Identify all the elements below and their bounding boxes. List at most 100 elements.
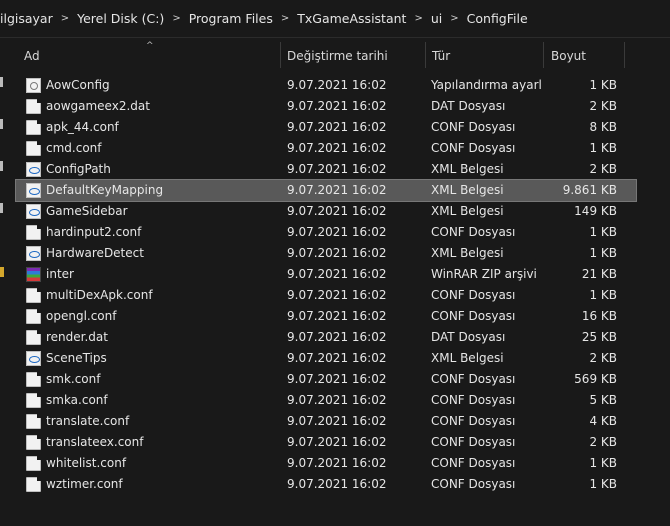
file-name: translate.conf xyxy=(46,414,130,428)
document-icon xyxy=(26,288,41,303)
file-date-modified: 9.07.2021 16:02 xyxy=(287,246,387,260)
file-name: smk.conf xyxy=(46,372,101,386)
chevron-right-icon[interactable]: > xyxy=(412,13,424,24)
column-header-date[interactable]: Değiştirme tarihi xyxy=(279,40,425,70)
file-date-modified: 9.07.2021 16:02 xyxy=(287,372,387,386)
file-name: HardwareDetect xyxy=(46,246,144,260)
file-row[interactable]: multiDexApk.conf 9.07.2021 16:02 CONF Dosy… xyxy=(16,285,636,306)
file-name: opengl.conf xyxy=(46,309,117,323)
document-icon xyxy=(26,225,41,240)
file-date-modified: 9.07.2021 16:02 xyxy=(287,204,387,218)
document-icon xyxy=(26,141,41,156)
document-icon xyxy=(26,477,41,492)
chevron-right-icon[interactable]: > xyxy=(448,13,460,24)
breadcrumb[interactable]: ilgisayar > Yerel Disk (C:) > Program Fi… xyxy=(0,0,670,38)
file-date-modified: 9.07.2021 16:02 xyxy=(287,183,387,197)
file-row[interactable]: inter 9.07.2021 16:02 WinRAR ZIP arşivi 21 … xyxy=(16,264,636,285)
file-name: hardinput2.conf xyxy=(46,225,142,239)
file-type: Yapılandırma ayarl... xyxy=(431,78,543,92)
chevron-right-icon[interactable]: > xyxy=(170,13,182,24)
file-date-modified: 9.07.2021 16:02 xyxy=(287,414,387,428)
file-size: 1 KB xyxy=(589,477,617,491)
file-date-modified: 9.07.2021 16:02 xyxy=(287,78,387,92)
document-icon xyxy=(26,393,41,408)
file-size: 1 KB xyxy=(589,456,617,470)
breadcrumb-ui[interactable]: ui xyxy=(425,11,448,26)
file-type: XML Belgesi xyxy=(431,246,504,260)
file-name: aowgameex2.dat xyxy=(46,99,150,113)
file-date-modified: 9.07.2021 16:02 xyxy=(287,162,387,176)
sort-ascending-icon: ^ xyxy=(146,41,154,51)
file-size: 25 KB xyxy=(581,330,617,344)
file-row[interactable]: ConfigPath 9.07.2021 16:02 XML Belgesi 2 KB xyxy=(16,159,636,180)
file-row[interactable]: GameSidebar 9.07.2021 16:02 XML Belgesi 149… xyxy=(16,201,636,222)
file-name: render.dat xyxy=(46,330,108,344)
file-name: cmd.conf xyxy=(46,141,102,155)
file-type: CONF Dosyası xyxy=(431,435,516,449)
column-header-name-label: Ad xyxy=(24,49,40,63)
file-name: SceneTips xyxy=(46,351,107,365)
document-icon xyxy=(26,435,41,450)
file-row[interactable]: aowgameex2.dat 9.07.2021 16:02 DAT Dosyası… xyxy=(16,96,636,117)
column-header-size[interactable]: Boyut xyxy=(543,40,625,70)
file-name: apk_44.conf xyxy=(46,120,119,134)
file-row[interactable]: smk.conf 9.07.2021 16:02 CONF Dosyası 569 K… xyxy=(16,369,636,390)
file-type: WinRAR ZIP arşivi xyxy=(431,267,537,281)
file-name: smka.conf xyxy=(46,393,108,407)
file-size: 2 KB xyxy=(589,351,617,365)
column-header-type-label: Tür xyxy=(432,49,451,63)
file-name: translateex.conf xyxy=(46,435,144,449)
file-name: whitelist.conf xyxy=(46,456,127,470)
file-date-modified: 9.07.2021 16:02 xyxy=(287,225,387,239)
file-type: XML Belgesi xyxy=(431,351,504,365)
file-size: 2 KB xyxy=(589,99,617,113)
breadcrumb-program-files[interactable]: Program Files xyxy=(183,11,279,26)
file-name: AowConfig xyxy=(46,78,110,92)
chevron-right-icon[interactable]: > xyxy=(279,13,291,24)
column-divider[interactable] xyxy=(624,42,625,68)
file-type: CONF Dosyası xyxy=(431,225,516,239)
xml-file-icon xyxy=(26,351,41,366)
navigation-pane[interactable] xyxy=(0,39,16,526)
file-type: CONF Dosyası xyxy=(431,120,516,134)
file-size: 8 KB xyxy=(589,120,617,134)
chevron-right-icon[interactable]: > xyxy=(59,13,71,24)
xml-file-icon xyxy=(26,162,41,177)
column-header-type[interactable]: Tür xyxy=(424,40,544,70)
file-name: ConfigPath xyxy=(46,162,111,176)
breadcrumb-configfile[interactable]: ConfigFile xyxy=(461,11,534,26)
file-name: GameSidebar xyxy=(46,204,128,218)
breadcrumb-local-disk[interactable]: Yerel Disk (C:) xyxy=(71,11,170,26)
file-date-modified: 9.07.2021 16:02 xyxy=(287,456,387,470)
file-row[interactable]: opengl.conf 9.07.2021 16:02 CONF Dosyası 16… xyxy=(16,306,636,327)
file-date-modified: 9.07.2021 16:02 xyxy=(287,267,387,281)
file-row[interactable]: smka.conf 9.07.2021 16:02 CONF Dosyası 5 KB xyxy=(16,390,636,411)
xml-file-icon xyxy=(26,204,41,219)
file-row[interactable]: apk_44.conf 9.07.2021 16:02 CONF Dosyası 8 … xyxy=(16,117,636,138)
file-row[interactable]: DefaultKeyMapping 9.07.2021 16:02 XML Belg… xyxy=(15,179,637,202)
file-row[interactable]: translate.conf 9.07.2021 16:02 CONF Dosyas… xyxy=(16,411,636,432)
file-row[interactable]: cmd.conf 9.07.2021 16:02 CONF Dosyası 1 KB xyxy=(16,138,636,159)
file-row[interactable]: translateex.conf 9.07.2021 16:02 CONF Dosy… xyxy=(16,432,636,453)
file-size: 1 KB xyxy=(589,141,617,155)
breadcrumb-txgameassistant[interactable]: TxGameAssistant xyxy=(291,11,412,26)
file-size: 149 KB xyxy=(574,204,617,218)
document-icon xyxy=(26,456,41,471)
file-row[interactable]: AowConfig 9.07.2021 16:02 Yapılandırma aya… xyxy=(16,75,636,96)
file-row[interactable]: render.dat 9.07.2021 16:02 DAT Dosyası 25 K… xyxy=(16,327,636,348)
file-size: 1 KB xyxy=(589,225,617,239)
file-row[interactable]: HardwareDetect 9.07.2021 16:02 XML Belgesi… xyxy=(16,243,636,264)
breadcrumb-this-pc[interactable]: ilgisayar xyxy=(0,11,59,26)
file-row[interactable]: SceneTips 9.07.2021 16:02 XML Belgesi 2 KB xyxy=(16,348,636,369)
file-row[interactable]: wztimer.conf 9.07.2021 16:02 CONF Dosyası 1… xyxy=(16,474,636,495)
file-date-modified: 9.07.2021 16:02 xyxy=(287,99,387,113)
file-type: XML Belgesi xyxy=(431,204,504,218)
file-type: DAT Dosyası xyxy=(431,99,506,113)
document-icon xyxy=(26,414,41,429)
file-size: 569 KB xyxy=(574,372,617,386)
file-size: 5 KB xyxy=(589,393,617,407)
column-headers: Ad Değiştirme tarihi Tür Boyut xyxy=(16,40,670,70)
file-row[interactable]: whitelist.conf 9.07.2021 16:02 CONF Dosyas… xyxy=(16,453,636,474)
file-row[interactable]: hardinput2.conf 9.07.2021 16:02 CONF Dosya… xyxy=(16,222,636,243)
file-size: 21 KB xyxy=(581,267,617,281)
